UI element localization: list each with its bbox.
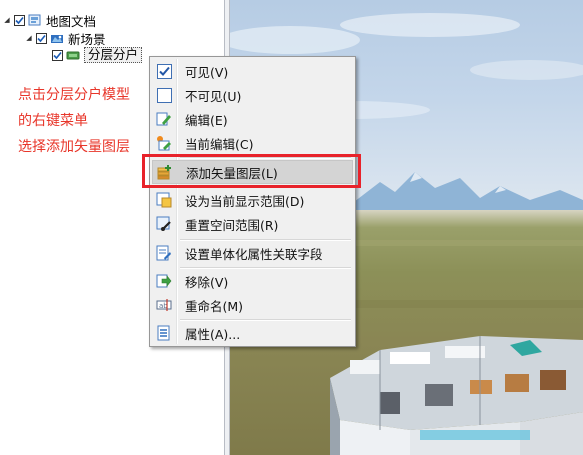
rename-icon: ab xyxy=(156,297,172,313)
checkbox-checked-icon xyxy=(156,63,172,79)
menu-label-edit: 编辑(E) xyxy=(185,112,228,128)
menu-label-invisible: 不可见(U) xyxy=(185,88,242,104)
layer-label: 分层分户 xyxy=(84,47,143,63)
menu-item-remove[interactable]: 移除(V) xyxy=(152,269,353,293)
menu-item-properties[interactable]: 属性(A)... xyxy=(152,321,353,345)
root-label: 地图文档 xyxy=(46,13,97,29)
checkbox-empty-icon xyxy=(156,87,172,103)
menu-item-reset-spatial-range[interactable]: 重置空间范围(R) xyxy=(152,212,353,236)
tree-node-layer[interactable]: 分层分户 xyxy=(52,47,143,63)
menu-item-rename[interactable]: ab 重命名(M) xyxy=(152,293,353,317)
menu-label-rename: 重命名(M) xyxy=(185,298,244,314)
highlight-box xyxy=(142,154,361,188)
scene-label: 新场景 xyxy=(68,31,106,47)
menu-item-set-attribute-field[interactable]: 设置单体化属性关联字段 xyxy=(152,241,353,265)
remove-icon xyxy=(156,273,172,289)
current-edit-icon xyxy=(156,135,172,151)
tree-node-scene[interactable]: ◢ 新场景 xyxy=(24,30,106,47)
context-menu: 可见(V) 不可见(U) 编辑(E) 当前编辑(C) 添加矢量图层(L) 设为当… xyxy=(149,56,356,347)
menu-item-visible[interactable]: 可见(V) xyxy=(152,59,353,83)
collapse-arrow-icon[interactable]: ◢ xyxy=(2,12,12,28)
scene-icon xyxy=(51,35,63,43)
menu-label-set-display-range: 设为当前显示范围(D) xyxy=(185,193,305,209)
scene-checkbox[interactable] xyxy=(36,32,47,44)
annotation-line-3: 选择添加矢量图层 xyxy=(18,139,130,155)
instruction-annotation: 点击分层分户模型 的右键菜单 选择添加矢量图层 xyxy=(18,82,130,160)
properties-icon xyxy=(156,325,172,341)
layer-checkbox[interactable] xyxy=(52,49,63,61)
set-display-range-icon xyxy=(156,192,172,208)
menu-item-invisible[interactable]: 不可见(U) xyxy=(152,83,353,107)
menu-label-visible: 可见(V) xyxy=(185,64,229,80)
annotation-line-1: 点击分层分户模型 xyxy=(18,87,130,103)
building-model xyxy=(330,336,583,455)
menu-label-remove: 移除(V) xyxy=(185,274,229,290)
collapse-arrow-icon[interactable]: ◢ xyxy=(24,30,34,46)
map-document-icon xyxy=(28,14,41,26)
set-attribute-field-icon xyxy=(156,245,172,261)
menu-item-edit[interactable]: 编辑(E) xyxy=(152,107,353,131)
tree-node-root[interactable]: ◢ 地图文档 xyxy=(2,12,97,29)
menu-item-current-edit[interactable]: 当前编辑(C) xyxy=(152,131,353,155)
root-checkbox[interactable] xyxy=(14,14,25,26)
menu-item-set-display-range[interactable]: 设为当前显示范围(D) xyxy=(152,188,353,212)
menu-label-current-edit: 当前编辑(C) xyxy=(185,136,254,152)
menu-label-reset-spatial-range: 重置空间范围(R) xyxy=(185,217,279,233)
reset-spatial-range-icon xyxy=(156,216,172,232)
model-layer-icon xyxy=(66,51,80,60)
menu-label-set-attribute-field: 设置单体化属性关联字段 xyxy=(185,246,323,262)
annotation-line-2: 的右键菜单 xyxy=(18,113,88,129)
menu-label-properties: 属性(A)... xyxy=(185,326,241,342)
edit-icon xyxy=(156,111,172,127)
